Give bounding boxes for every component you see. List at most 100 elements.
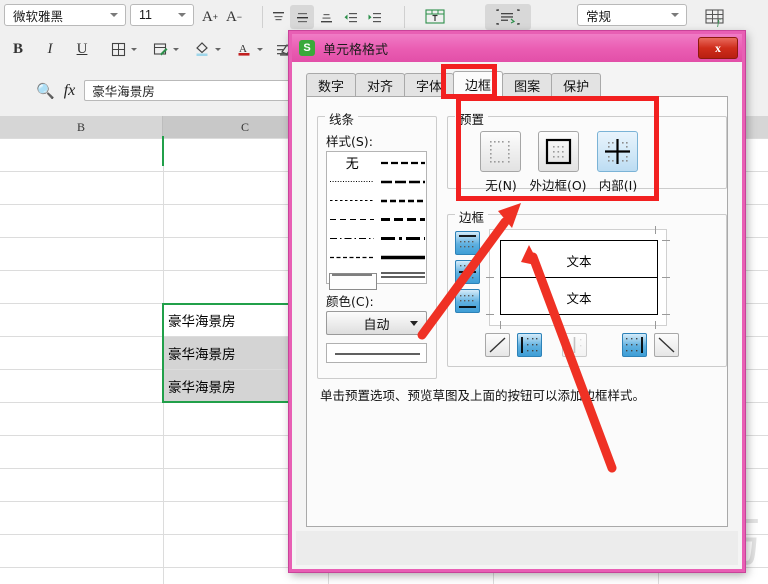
tab-font-label: 字体 [416, 80, 443, 95]
line-style-double-icon [380, 272, 425, 278]
wrap-text-icon [496, 9, 520, 25]
font-name-value: 微软雅黑 [13, 9, 64, 24]
align-top-icon [272, 11, 284, 20]
italic-button[interactable]: I [38, 37, 62, 61]
line-style-dotted-icon [330, 180, 375, 183]
tab-protection[interactable]: 保护 [551, 73, 602, 97]
border-preview[interactable]: 文本 文本 [486, 226, 670, 329]
border-horizontal-icon [459, 265, 476, 279]
chevron-down-icon [178, 13, 186, 17]
line-group-title: 线条 [325, 109, 359, 128]
line-style-dash3-bold-icon [380, 199, 425, 202]
number-format-value: 常规 [586, 9, 612, 24]
tab-pattern[interactable]: 图案 [502, 73, 553, 97]
fx-label: fx [63, 81, 76, 99]
wps-logo-icon: S [299, 40, 315, 56]
close-button[interactable]: x [698, 37, 738, 59]
align-middle-button[interactable] [290, 5, 314, 29]
increase-font-size-button[interactable]: A + [198, 5, 222, 29]
dialog-title-bar[interactable]: S 单元格格式 x [292, 34, 742, 62]
borders-button[interactable] [106, 37, 130, 61]
border-group: 边框 文本 文本 [447, 207, 727, 367]
border-horizontal-button[interactable] [455, 260, 480, 284]
dialog-title: 单元格格式 [323, 42, 389, 58]
border-bottom-icon [459, 295, 476, 308]
border-left-icon [521, 337, 538, 353]
align-bottom-button[interactable] [314, 5, 338, 29]
font-name-combo[interactable]: 微软雅黑 [4, 4, 126, 26]
line-style-dashdot-bold-icon [380, 237, 425, 240]
cell-style-button[interactable] [148, 37, 172, 61]
border-left-button[interactable] [517, 333, 542, 357]
align-top-button[interactable] [266, 5, 290, 29]
preview-text-bottom: 文本 [566, 291, 592, 306]
align-left-icon [276, 44, 288, 54]
bold-icon: B [12, 40, 23, 57]
font-size-combo[interactable]: 11 [130, 4, 194, 26]
line-style-thick-icon [380, 255, 425, 260]
merge-cells-button[interactable] [420, 4, 450, 30]
border-vertical-button[interactable] [562, 333, 587, 357]
align-bottom-icon [320, 13, 332, 22]
cell-style-icon [153, 42, 167, 55]
line-color-preview [326, 343, 427, 363]
fill-color-icon [196, 42, 208, 56]
chevron-down-icon[interactable] [257, 47, 263, 51]
fill-color-button[interactable] [190, 37, 214, 61]
decrease-font-size-button[interactable]: A − [222, 5, 246, 29]
border-diagonal-down-button[interactable] [654, 333, 679, 357]
border-group-title: 边框 [455, 207, 489, 226]
font-color-icon: A [238, 43, 250, 56]
increase-indent-icon [368, 12, 381, 22]
search-icon[interactable]: 🔍 [36, 82, 55, 100]
tab-number[interactable]: 数字 [306, 73, 357, 97]
merge-cells-icon [425, 9, 445, 24]
border-diagonal-up-icon [489, 337, 506, 353]
chevron-down-icon [410, 320, 418, 326]
line-style-list[interactable]: 无 [326, 151, 427, 290]
underline-button[interactable]: U [70, 37, 94, 61]
number-format-combo[interactable]: 常规 [577, 4, 687, 26]
border-vertical-icon [568, 337, 582, 353]
line-color-dropdown[interactable]: 自动 [326, 311, 427, 335]
close-icon: x [715, 40, 721, 55]
preview-text-top: 文本 [566, 254, 592, 269]
format-table-icon: f [705, 8, 724, 27]
border-diagonal-down-icon [658, 337, 675, 353]
tab-alignment[interactable]: 对齐 [355, 73, 406, 97]
underline-icon: U [76, 40, 88, 57]
line-group: 线条 样式(S): 无 颜色(C): 自动 [317, 109, 437, 379]
border-right-button[interactable] [622, 333, 647, 357]
line-style-dash2-bold-icon [380, 180, 425, 183]
font-size-value: 11 [139, 8, 152, 22]
border-bottom-button[interactable] [455, 289, 480, 313]
format-as-table-button[interactable]: f [700, 4, 732, 30]
column-header-b[interactable]: B [0, 116, 163, 138]
font-color-button[interactable]: A [232, 37, 256, 61]
chevron-down-icon[interactable] [173, 47, 179, 51]
border-top-icon [459, 235, 476, 248]
tab-number-label: 数字 [318, 80, 345, 95]
line-style-dash-fine-icon [330, 256, 375, 259]
color-label: 颜色(C): [326, 294, 374, 309]
increase-indent-button[interactable] [362, 5, 386, 29]
line-style-dash-bold-icon [380, 161, 425, 164]
chevron-down-icon[interactable] [215, 47, 221, 51]
line-preview-icon [335, 353, 420, 355]
bold-button[interactable]: B [6, 37, 30, 61]
chevron-down-icon [671, 13, 679, 17]
tab-pattern-label: 图案 [514, 80, 541, 95]
style-label: 样式(S): [326, 134, 373, 149]
line-style-dash-medium-icon [330, 218, 375, 221]
tab-alignment-label: 对齐 [367, 80, 394, 95]
annotation-box-preset [456, 96, 659, 201]
border-diagonal-up-button[interactable] [485, 333, 510, 357]
formula-value: 豪华海景房 [92, 85, 155, 99]
wrap-text-button[interactable] [485, 4, 531, 30]
border-top-button[interactable] [455, 231, 480, 255]
shrink-font-icon: A [225, 8, 237, 25]
decrease-indent-button[interactable] [338, 5, 362, 29]
borders-icon [111, 42, 125, 56]
tab-protection-label: 保护 [563, 80, 590, 95]
chevron-down-icon[interactable] [131, 47, 137, 51]
